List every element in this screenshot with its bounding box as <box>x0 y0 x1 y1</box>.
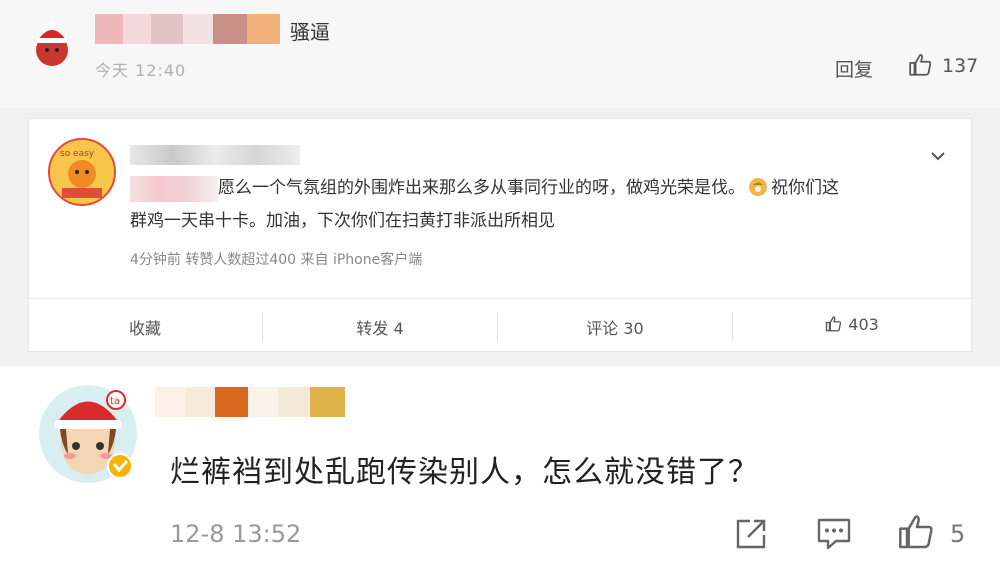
collect-button[interactable]: 收藏 <box>45 315 245 339</box>
svg-text:ta: ta <box>110 396 120 407</box>
like-count: 5 <box>950 520 966 548</box>
reply-button[interactable]: 回复 <box>835 55 873 82</box>
divider <box>262 312 263 340</box>
thumbs-up-icon[interactable] <box>897 512 937 552</box>
comment-text: 烂裤裆到处乱跑传染别人，怎么就没错了？ <box>170 455 759 490</box>
post-text-line2: 群鸡一天串十卡。加油，下次你们在扫黄打非派出所相见 <box>130 211 555 231</box>
comment-timestamp: 12-8 13:52 <box>170 520 302 548</box>
divider <box>29 298 971 299</box>
like-count: 403 <box>848 315 879 334</box>
username[interactable]: 骚逼 <box>290 16 330 45</box>
repost-button[interactable]: 转发 4 <box>280 315 480 339</box>
divider <box>732 312 733 340</box>
commenter-avatar-icon[interactable]: ta <box>38 384 138 484</box>
post-text: 愿么一个气氛组的外围炸出来那么多从事同行业的呀，做鸡光荣是伐。 祝你们这 群鸡一天… <box>130 172 930 238</box>
thumbs-up-icon <box>825 316 842 332</box>
emoji-icon <box>749 178 767 196</box>
comment-icon[interactable] <box>816 517 852 551</box>
svg-text:so easy: so easy <box>60 149 95 159</box>
post-text-line1-tail: 祝你们这 <box>771 178 839 198</box>
post-meta: 4分钟前 转赞人数超过400 来自 iPhone客户端 <box>130 252 423 268</box>
poster-name-redacted <box>130 145 300 165</box>
thumbs-up-icon[interactable] <box>908 52 934 78</box>
user-avatar-icon[interactable] <box>26 20 78 72</box>
divider <box>497 312 498 340</box>
post-text-line1: 愿么一个气氛组的外围炸出来那么多从事同行业的呀，做鸡光荣是伐。 <box>218 178 745 198</box>
chevron-down-icon[interactable] <box>928 146 948 166</box>
like-count: 137 <box>942 55 979 77</box>
poster-avatar-icon[interactable]: so easy <box>48 138 116 206</box>
comment-timestamp: 今天 12:40 <box>95 61 187 80</box>
username-redacted <box>95 14 280 44</box>
share-icon[interactable] <box>734 517 768 551</box>
like-button[interactable]: 403 <box>752 315 952 334</box>
commenter-name-redacted <box>155 387 345 417</box>
comment-button[interactable]: 评论 30 <box>515 315 715 339</box>
